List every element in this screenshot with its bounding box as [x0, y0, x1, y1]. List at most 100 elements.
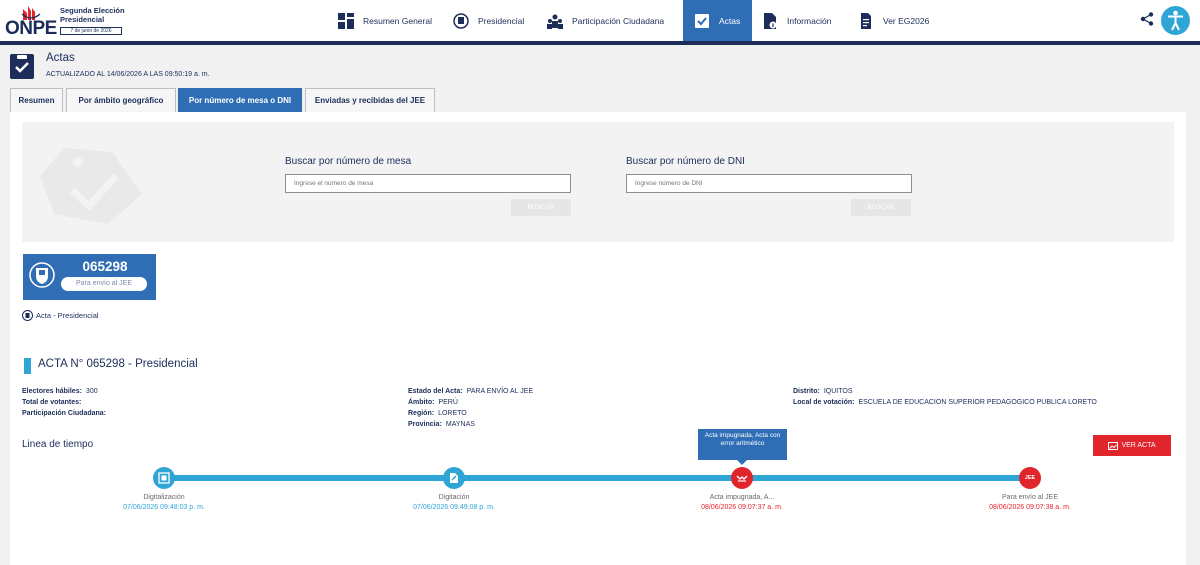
peru-seal-icon: [29, 262, 55, 288]
search-dni-label: Buscar por número de DNI: [626, 156, 745, 167]
region-row: Región: LORETO: [408, 410, 467, 417]
timeline-step-name: Acta impugnada, A...: [709, 494, 775, 501]
provincia-row: Provincia: MAYNAS: [408, 421, 475, 428]
search-card: Buscar por número de mesa BUSCAR Buscar …: [10, 112, 1186, 347]
timeline-step-name: Digitación: [438, 494, 470, 501]
local-label: Local de votación:: [793, 399, 855, 406]
mesa-status-badge: Para envío al JEE: [61, 277, 147, 291]
timeline-step-digitalizacion: [153, 467, 175, 489]
search-mesa-label: Buscar por número de mesa: [285, 156, 412, 167]
acta-detail-card: ACTA N° 065298 - Presidencial Electores …: [10, 347, 1186, 565]
accessibility-icon: [1168, 10, 1183, 31]
jee-badge: JEE: [1024, 475, 1036, 481]
top-bar-divider: [0, 41, 1200, 45]
nav-label: Resumen General: [363, 15, 432, 26]
acta-link-label: Acta - Presidencial: [36, 311, 99, 320]
image-icon: [1108, 441, 1119, 450]
timeline-tooltip: Acta impugnada, Acta con error aritmétic…: [698, 429, 787, 460]
election-title: Segunda Elección Presidencial: [60, 6, 125, 24]
distrito-label: Distrito:: [793, 388, 820, 395]
onpe-logo[interactable]: ONPE Segunda Elección Presidencial 7 de …: [3, 3, 133, 39]
electores-label: Electores hábiles:: [22, 388, 82, 395]
tab-resumen[interactable]: Resumen: [10, 88, 63, 112]
page-title: Actas: [46, 52, 75, 64]
tab-enviadas-recibidas-jee[interactable]: Enviadas y recibidas del JEE: [305, 88, 435, 112]
document-icon: [861, 12, 871, 29]
nav-participacion-ciudadana[interactable]: Participación Ciudadana: [547, 0, 664, 41]
acta-detail-title: ACTA N° 065298 - Presidencial: [38, 358, 198, 370]
electores-habiles-row: Electores hábiles: 300: [22, 388, 98, 395]
tab-por-numero-de-mesa-o-dni[interactable]: Por número de mesa o DNI: [178, 88, 302, 112]
nav-label: Presidencial: [478, 15, 525, 26]
search-panel: Buscar por número de mesa BUSCAR Buscar …: [22, 122, 1174, 242]
watermark-check-icon: [40, 148, 142, 224]
votantes-label: Total de votantes:: [22, 399, 82, 406]
acta-check-icon: [10, 54, 34, 79]
nav-resumen-general[interactable]: Resumen General: [338, 0, 432, 41]
onpe-logo-text: ONPE: [5, 18, 57, 39]
broken-document-icon: [736, 475, 748, 482]
tab-por-ambito-geografico[interactable]: Por ámbito geográfico: [66, 88, 176, 112]
timeline-title: Linea de tiempo: [22, 439, 94, 450]
top-navigation-bar: ONPE Segunda Elección Presidencial 7 de …: [0, 0, 1200, 41]
title-accent-bar: [24, 358, 31, 374]
timeline-step-digitacion: [443, 467, 465, 489]
document-info-icon: [764, 12, 777, 29]
ambito-row: Ámbito: PERÚ: [408, 399, 458, 406]
scan-icon: [158, 472, 170, 484]
ambito-value: PERÚ: [438, 399, 458, 406]
mesa-number: 065298: [82, 259, 128, 274]
mesa-result-card[interactable]: 065298 Para envío al JEE: [23, 254, 156, 300]
nav-label: Participación Ciudadana: [572, 15, 665, 26]
timeline-step-para-envio-jee: JEE: [1019, 467, 1041, 489]
region-value: LORETO: [438, 410, 467, 417]
last-updated-text: ACTUALIZADO AL 14/06/2026 A LAS 09:50:19…: [46, 71, 210, 78]
estado-acta-row: Estado del Acta: PARA ENVÍO AL JEE: [408, 388, 533, 395]
nav-actas[interactable]: Actas: [683, 0, 752, 41]
timeline-step-date: 08/06/2026 09:07:38 a. m.: [989, 504, 1071, 511]
total-votantes-row: Total de votantes:: [22, 399, 81, 406]
election-date: 7 de junio de 2026: [60, 27, 122, 35]
accessibility-button[interactable]: [1161, 6, 1190, 35]
timeline-track: [170, 475, 1030, 481]
timeline-step-name: Para envío al JEE: [1001, 494, 1059, 501]
share-icon[interactable]: [1140, 12, 1154, 26]
provincia-label: Provincia:: [408, 421, 442, 428]
nav-label: Ver EG2026: [883, 15, 930, 26]
timeline-step-acta-impugnada[interactable]: [731, 467, 753, 489]
provincia-value: MAYNAS: [445, 421, 475, 428]
search-dni-button[interactable]: BUSCAR: [851, 199, 911, 216]
timeline-step-name: Digitalización: [143, 494, 185, 501]
local-value: ESCUELA DE EDUCACION SUPERIOR PEDAGOGICO…: [858, 399, 1097, 406]
local-votacion-row: Local de votación: ESCUELA DE EDUCACION S…: [793, 399, 1097, 406]
distrito-value: IQUITOS: [823, 388, 853, 395]
timeline-step-date: 08/06/2026 09:07:37 a. m.: [701, 504, 783, 511]
participacion-row: Participación Ciudadana:: [22, 410, 106, 417]
search-mesa-input[interactable]: [285, 174, 571, 193]
estado-label: Estado del Acta:: [408, 388, 463, 395]
search-dni-input[interactable]: [626, 174, 912, 193]
acta-check-icon: [695, 13, 709, 28]
nav-label: Información: [787, 15, 832, 26]
acta-presidencial-link[interactable]: Acta - Presidencial: [22, 310, 99, 321]
nav-presidencial[interactable]: Presidencial: [453, 0, 524, 41]
region-label: Región:: [408, 410, 435, 417]
search-mesa-button[interactable]: BUSCAR: [511, 199, 571, 216]
people-icon: [547, 14, 563, 29]
seal-icon: [453, 12, 469, 29]
estado-value: PARA ENVÍO AL JEE: [466, 388, 534, 395]
edit-document-icon: [450, 473, 458, 483]
seal-icon: [22, 310, 33, 321]
timeline-step-date: 07/06/2026 09:48:03 p. m.: [123, 504, 205, 511]
tooltip-arrow: [737, 460, 747, 465]
grid-icon: [338, 12, 354, 29]
timeline-step-date: 07/06/2026 09:49:08 p. m.: [413, 504, 495, 511]
distrito-row: Distrito: IQUITOS: [793, 388, 853, 395]
ver-acta-button[interactable]: VER ACTA: [1093, 435, 1171, 456]
ambito-label: Ámbito:: [408, 399, 435, 406]
nav-ver-eg2026[interactable]: Ver EG2026: [858, 0, 929, 41]
participacion-label: Participación Ciudadana:: [22, 410, 107, 417]
nav-informacion[interactable]: Información: [762, 0, 831, 41]
electores-value: 300: [85, 388, 98, 395]
nav-label: Actas: [719, 15, 741, 26]
